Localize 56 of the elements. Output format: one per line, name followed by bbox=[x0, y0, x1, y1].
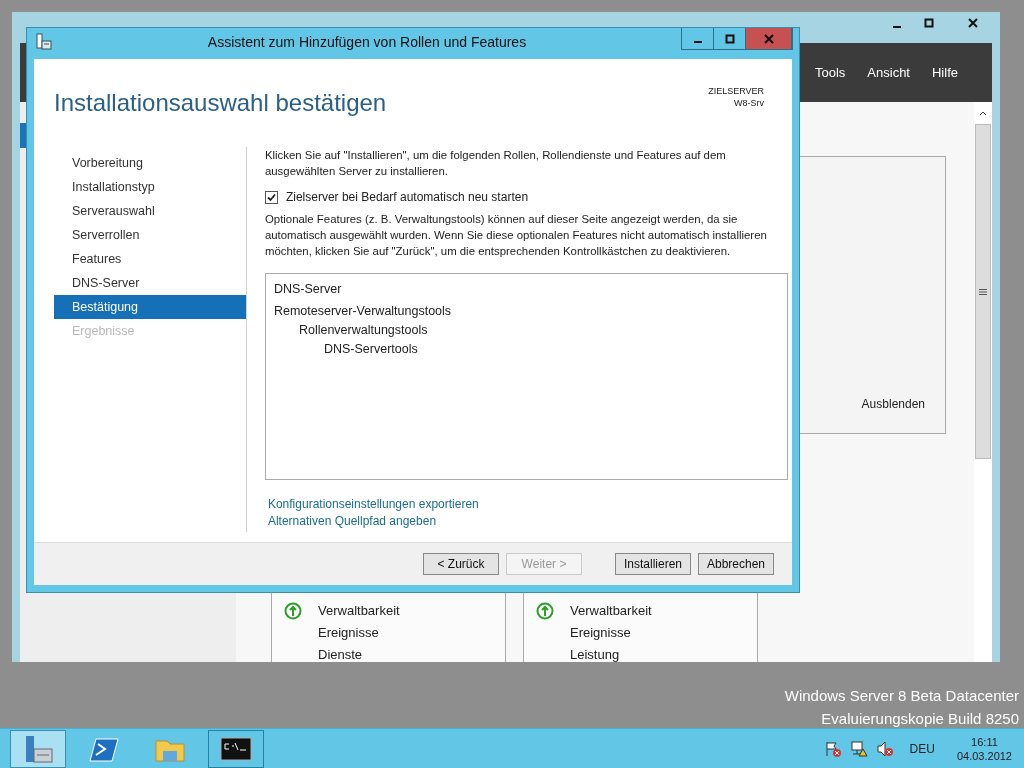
desktop-info-text: Evaluierungskopie Build 8250 bbox=[820, 709, 1019, 729]
wizard-step: Ergebnisse bbox=[54, 319, 246, 343]
speaker-muted-icon[interactable] bbox=[875, 739, 894, 758]
intro-text: Klicken Sie auf "Installieren", um die folgenden Rollen, Rollendienste und Features auf dem ausgewählten Server zu installieren. bbox=[264, 148, 727, 179]
grip-icon bbox=[979, 287, 987, 296]
feature-item: DNS-Server bbox=[273, 281, 343, 298]
tile-item[interactable]: Verwaltbarkeit bbox=[318, 600, 505, 622]
link[interactable]: Konfigurationseinstellungen exportieren bbox=[267, 496, 479, 513]
close-icon bbox=[967, 18, 978, 28]
maximize-icon bbox=[924, 18, 934, 28]
network-icon[interactable] bbox=[849, 739, 868, 758]
wizard-step[interactable]: DNS-Server bbox=[54, 271, 246, 295]
wizard-button[interactable]: < Zurück bbox=[423, 553, 499, 575]
wizard-step[interactable]: Bestätigung bbox=[54, 295, 246, 319]
wizard-step[interactable]: Vorbereitung bbox=[54, 151, 246, 175]
tile-item[interactable]: Verwaltbarkeit bbox=[570, 600, 757, 622]
close-button[interactable] bbox=[746, 28, 792, 49]
checkbox-label: Zielserver bei Bedarf automatisch neu starten bbox=[285, 189, 529, 206]
page-heading: Installationsauswahl bestätigen bbox=[54, 88, 387, 118]
menu-item[interactable]: Tools bbox=[815, 62, 846, 83]
flag-icon[interactable] bbox=[823, 739, 842, 758]
minimize-icon bbox=[893, 25, 901, 28]
taskbar-app-button[interactable] bbox=[208, 729, 264, 768]
wizard-step[interactable]: Serverrollen bbox=[54, 223, 246, 247]
tile-item[interactable]: Ereignisse bbox=[318, 622, 505, 644]
clock-time[interactable]: 16:11 bbox=[956, 734, 1012, 749]
feature-item: DNS-Servertools bbox=[322, 341, 419, 358]
nav-selection-marker bbox=[20, 123, 26, 148]
target-server: W8-Srv bbox=[733, 97, 764, 109]
feature-item: Remoteserver-Verwaltungstools bbox=[273, 303, 453, 320]
tile-item[interactable]: Ereignisse bbox=[570, 622, 757, 644]
wizard-button[interactable]: Installieren bbox=[615, 553, 691, 575]
wizard-step[interactable]: Features bbox=[54, 247, 246, 271]
wizard-step[interactable]: Serverauswahl bbox=[54, 199, 246, 223]
restart-checkbox[interactable] bbox=[264, 190, 278, 204]
note-text: Optionale Features (z. B. Verwaltungstools) können auf dieser Seite angezeigt werden, da sie automatisch ausgewählt wurden. Wenn Sie diese optionalen Features nicht automatisch installieren möchten, klicken Sie auf "Zurück", um die entsprechenden Kontrollkästchen zu deaktivieren. bbox=[264, 212, 768, 259]
link[interactable]: Alternativen Quellpfad angeben bbox=[267, 513, 437, 530]
status-ok-icon bbox=[284, 602, 302, 620]
tile-item[interactable]: Leistung bbox=[570, 644, 757, 662]
wizard-icon bbox=[35, 33, 53, 51]
close-icon bbox=[763, 33, 774, 44]
target-label: ZIELSERVER bbox=[708, 85, 764, 97]
window-title: Assistent zum Hinzufügen von Rollen und Features bbox=[206, 32, 528, 52]
clock-date[interactable]: 04.03.2012 bbox=[956, 748, 1012, 763]
maximize-icon bbox=[724, 33, 735, 44]
wizard-button[interactable]: Abbrechen bbox=[698, 553, 774, 575]
language-indicator[interactable]: DEU bbox=[909, 739, 935, 758]
feature-item: Rollenverwaltungstools bbox=[297, 322, 429, 339]
menu-item[interactable]: Hilfe bbox=[932, 62, 958, 83]
tile-item[interactable]: Dienste bbox=[318, 644, 505, 662]
status-ok-icon bbox=[536, 602, 554, 620]
desktop-info-text: Windows Server 8 Beta Datacenter bbox=[784, 686, 1019, 706]
menu-item[interactable]: Ansicht bbox=[867, 62, 910, 83]
scrollbar[interactable] bbox=[974, 102, 992, 662]
wizard-step[interactable]: Installationstyp bbox=[54, 175, 246, 199]
hide-link[interactable]: Ausblenden bbox=[861, 396, 925, 413]
